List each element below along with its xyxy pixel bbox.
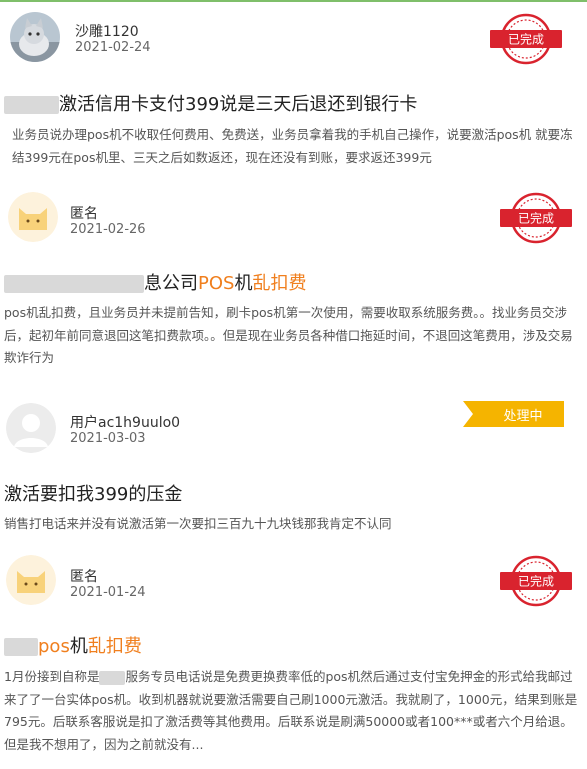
status-label: 处理中 — [503, 409, 543, 424]
complaint-card[interactable]: 用户ac1h9uulo0 2021-03-03 处理中 激活要扣我399的压金 … — [0, 385, 587, 545]
user-name[interactable]: 匿名 — [70, 203, 98, 223]
complaint-card[interactable]: 匿名 2021-01-24 已完成 pos机乱扣费 1月份接到自称是 服务专员电话… — [0, 545, 587, 769]
status-label: 已完成 — [508, 32, 544, 47]
cat-icon-avatar — [6, 555, 56, 605]
completed-stamp-icon: 已完成 — [500, 551, 580, 611]
redacted-text — [4, 96, 59, 114]
desc-text: 1月份接到自称是 — [4, 669, 100, 684]
processing-badge: 处理中 — [463, 401, 564, 427]
user-name[interactable]: 沙雕1120 — [75, 21, 139, 41]
default-user-avatar — [6, 403, 56, 453]
complaint-title[interactable]: pos机乱扣费 — [4, 632, 142, 658]
post-date: 2021-02-26 — [70, 222, 146, 237]
complaint-description: 销售打电话来并没有说激活第一次要扣三百九十九块钱那我肯定不认同 — [4, 516, 392, 531]
status-label: 已完成 — [518, 211, 554, 226]
redacted-text — [4, 638, 38, 656]
complaint-card[interactable]: 匿名 2021-02-26 已完成 息公司POS机乱扣费 pos机乱扣费，且业务… — [0, 185, 587, 385]
cat-icon-avatar — [8, 192, 58, 242]
status-label: 已完成 — [518, 574, 554, 589]
title-text: 息公司 — [144, 273, 198, 294]
complaint-card[interactable]: 沙雕1120 2021-02-24 已完成 激活信用卡支付399说是三天后退还到… — [0, 0, 587, 185]
user-name[interactable]: 匿名 — [70, 566, 98, 586]
completed-stamp-icon: 已完成 — [500, 188, 580, 248]
post-date: 2021-01-24 — [70, 585, 146, 600]
complaint-description: 1月份接到自称是 服务专员电话说是免费更换费率低的pos机然后通过支付宝免押金的形… — [4, 666, 582, 756]
title-highlight: 乱扣费 — [252, 273, 307, 294]
redacted-text — [99, 670, 126, 685]
user-name[interactable]: 用户ac1h9uulo0 — [70, 412, 180, 432]
title-text: 机 — [69, 636, 88, 657]
title-highlight: POS — [198, 273, 235, 294]
post-date: 2021-03-03 — [70, 431, 146, 446]
title-highlight: 乱扣费 — [87, 636, 142, 657]
title-text: 激活信用卡支付399说是三天后退还到银行卡 — [59, 94, 418, 115]
cat-photo-avatar — [10, 12, 60, 62]
title-highlight: pos — [38, 636, 70, 657]
redacted-text — [4, 275, 144, 293]
completed-stamp-icon: 已完成 — [490, 9, 570, 69]
post-date: 2021-02-24 — [75, 40, 151, 55]
complaint-description: 业务员说办理pos机不收取任何费用、免费送，业务员拿着我的手机自己操作，说要激活… — [12, 127, 573, 165]
complaint-title[interactable]: 激活要扣我399的压金 — [4, 480, 182, 506]
complaint-description: pos机乱扣费，且业务员并未提前告知，刷卡pos机第一次使用，需要收取系统服务费… — [4, 305, 573, 365]
complaint-title[interactable]: 息公司POS机乱扣费 — [4, 269, 306, 295]
complaint-title[interactable]: 激活信用卡支付399说是三天后退还到银行卡 — [4, 90, 417, 116]
title-text: 机 — [234, 273, 253, 294]
